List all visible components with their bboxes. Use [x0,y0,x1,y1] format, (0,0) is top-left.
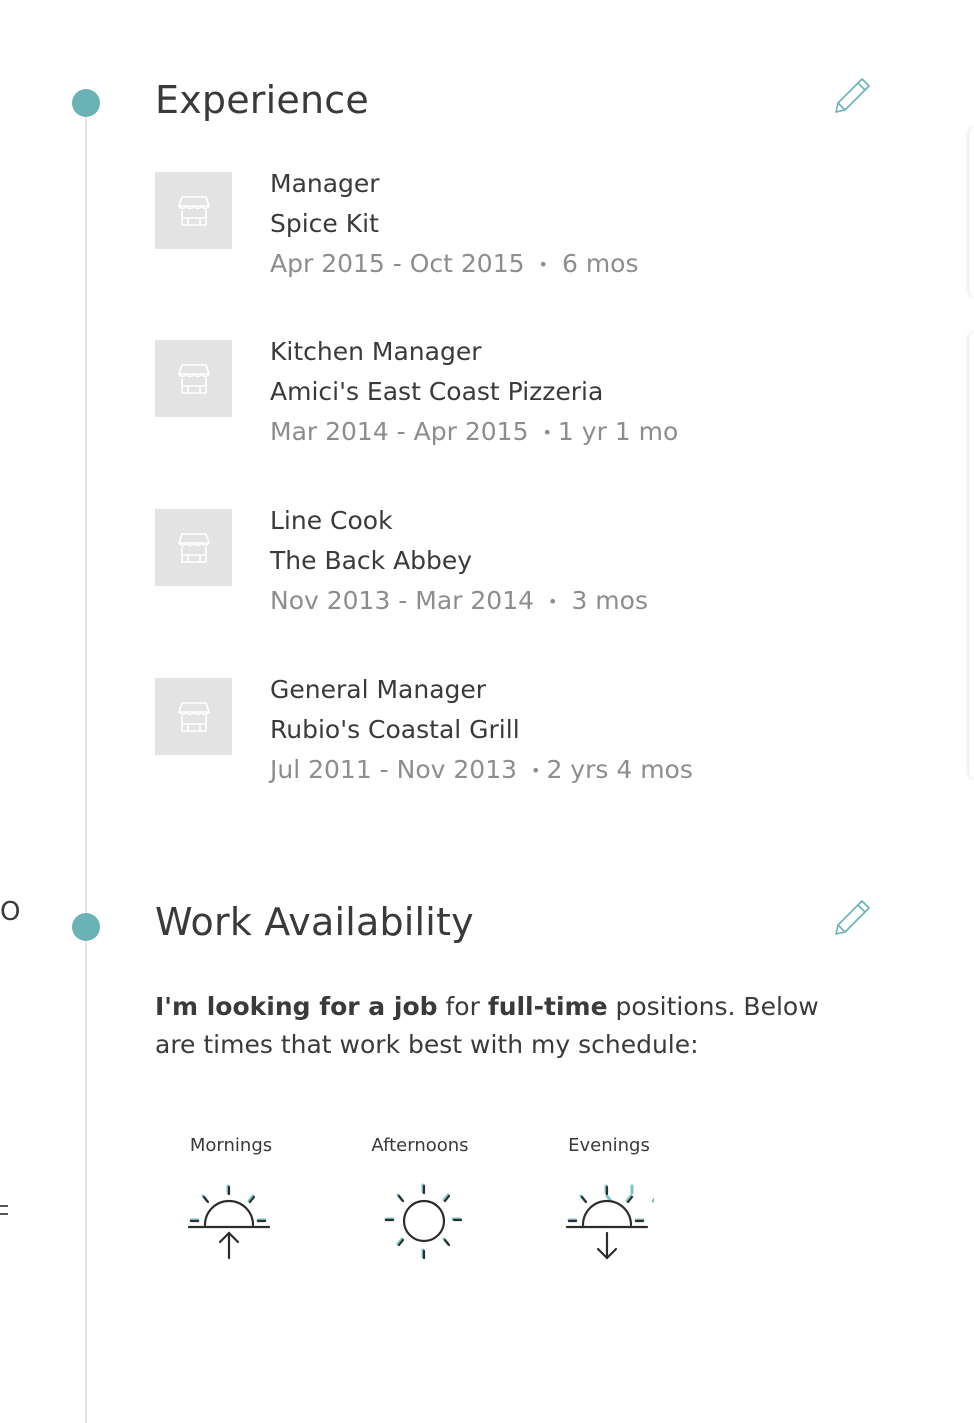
timeline-dot-experience [72,89,100,117]
job-company: Spice Kit [270,209,379,238]
slot-label: Mornings [189,1135,273,1156]
availability-title: Work Availability [155,900,474,944]
side-card-edge [969,333,974,778]
availability-connector: for [437,992,488,1021]
job-company: The Back Abbey [270,546,473,575]
sunrise-icon [187,1184,271,1260]
job-dates: Mar 2014 - Apr 2015 [270,417,529,446]
job-dates-row: Nov 2013 - Mar 2014 • 3 mos [270,586,648,615]
availability-slot-evenings: Evenings [539,1133,679,1263]
slot-label: Afternoons [371,1135,469,1156]
edit-availability-button[interactable] [832,896,874,938]
job-duration: 6 mos [561,249,639,278]
edge-fragment-mark [0,1205,8,1215]
employment-type: full-time [487,992,608,1021]
pencil-icon [835,78,870,113]
job-duration: 2 yrs 4 mos [546,755,693,784]
edge-fragment-text: O [0,897,21,927]
company-logo-placeholder [155,509,232,586]
company-logo-placeholder [155,340,232,417]
job-dates-row: Jul 2011 - Nov 2013 • 2 yrs 4 mos [270,755,693,784]
job-title: Manager [270,169,380,198]
job-dates-row: Mar 2014 - Apr 2015 • 1 yr 1 mo [270,417,679,446]
job-dates: Jul 2011 - Nov 2013 [270,755,518,784]
sun-icon [384,1183,463,1260]
job-dates-row: Apr 2015 - Oct 2015 • 6 mos [270,249,639,278]
job-item[interactable]: Manager Spice Kit Apr 2015 - Oct 2015 • 6 … [155,164,835,278]
job-item[interactable]: General Manager Rubio's Coastal Grill Ju… [155,670,835,784]
job-title: Kitchen Manager [270,337,482,366]
timeline-line [85,103,87,1423]
job-duration: 3 mos [571,586,648,615]
company-logo-placeholder [155,172,232,249]
sunset-icon [565,1184,654,1260]
availability-slot-mornings: Mornings [161,1133,301,1263]
availability-slot-afternoons: Afternoons [350,1133,490,1263]
storefront-icon [177,701,210,732]
looking-status: I'm looking for a job [155,992,438,1021]
availability-description: I'm looking for a job for full-time posi… [155,988,855,1064]
edit-experience-button[interactable] [832,74,874,116]
job-title: General Manager [270,675,487,704]
company-logo-placeholder [155,678,232,755]
timeline-dot-availability [72,913,100,941]
job-item[interactable]: Line Cook The Back Abbey Nov 2013 - Mar … [155,501,835,615]
job-company: Amici's East Coast Pizzeria [270,377,604,406]
experience-title: Experience [155,78,369,122]
job-dates: Apr 2015 - Oct 2015 [270,249,525,278]
job-dates: Nov 2013 - Mar 2014 [270,586,535,615]
job-company: Rubio's Coastal Grill [270,715,520,744]
storefront-icon [177,195,210,226]
side-card-edge [969,128,974,296]
job-title: Line Cook [270,506,393,535]
job-duration: 1 yr 1 mo [557,417,679,446]
storefront-icon [177,363,210,394]
storefront-icon [177,532,210,563]
slot-label: Evenings [568,1135,650,1156]
job-item[interactable]: Kitchen Manager Amici's East Coast Pizze… [155,332,835,446]
pencil-icon [835,900,870,935]
